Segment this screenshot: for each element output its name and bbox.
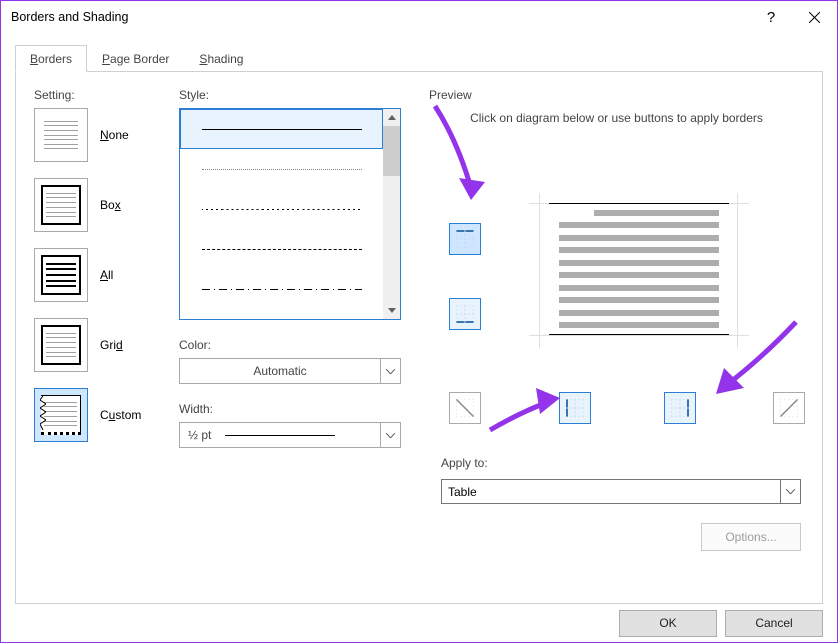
help-button[interactable]: ? (751, 1, 791, 33)
width-dropdown[interactable]: ½ pt (179, 422, 401, 448)
setting-none-label: None (100, 128, 129, 142)
chevron-down-icon (380, 423, 400, 447)
color-label: Color: (179, 338, 429, 352)
setting-box[interactable]: Box (34, 178, 179, 232)
setting-box-icon (34, 178, 88, 232)
titlebar: Borders and Shading ? (1, 1, 837, 33)
color-value: Automatic (180, 364, 380, 378)
style-column: Style: (179, 88, 429, 587)
style-dashed-fine[interactable] (180, 189, 383, 229)
apply-to-value: Table (442, 485, 780, 499)
setting-box-label: Box (100, 198, 121, 212)
border-top-button[interactable] (449, 223, 481, 255)
setting-grid-label: Grid (100, 338, 123, 352)
dialog-footer: OK Cancel (1, 604, 837, 642)
tab-page-border[interactable]: Page Border (87, 45, 184, 72)
style-scrollbar[interactable] (383, 109, 400, 319)
preview-diagram[interactable] (549, 203, 729, 335)
setting-custom-label: Custom (100, 408, 141, 422)
scroll-up-icon[interactable] (383, 109, 400, 126)
close-icon (809, 12, 820, 23)
close-button[interactable] (791, 1, 837, 33)
window-title: Borders and Shading (11, 10, 751, 24)
setting-column: Setting: None Box (34, 88, 179, 587)
width-label: Width: (179, 402, 429, 416)
scroll-down-icon[interactable] (383, 302, 400, 319)
apply-to-label: Apply to: (441, 456, 488, 470)
setting-none-icon (34, 108, 88, 162)
border-top-icon (456, 230, 474, 248)
borders-shading-dialog: Borders and Shading ? Borders Page Borde… (0, 0, 838, 643)
setting-custom-icon (34, 388, 88, 442)
border-diag-down-button[interactable] (449, 392, 481, 424)
border-left-button[interactable] (559, 392, 591, 424)
setting-all-icon (34, 248, 88, 302)
border-bottom-icon (456, 305, 474, 323)
color-dropdown[interactable]: Automatic (179, 358, 401, 384)
preview-label: Preview (429, 88, 804, 102)
setting-custom[interactable]: Custom (34, 388, 179, 442)
border-diag-down-icon (456, 399, 474, 417)
tab-bar: Borders Page Border Shading (15, 45, 823, 72)
style-dash-dot[interactable] (180, 269, 383, 309)
style-solid[interactable] (180, 109, 383, 149)
preview-column: Preview Click on diagram below or use bu… (429, 88, 804, 587)
width-value: ½ pt (180, 428, 380, 442)
border-diag-up-icon (780, 399, 798, 417)
style-label: Style: (179, 88, 429, 102)
ok-button[interactable]: OK (619, 610, 717, 637)
tab-shading[interactable]: Shading (184, 45, 258, 72)
setting-label: Setting: (34, 88, 179, 102)
chevron-down-icon (780, 480, 800, 503)
setting-all-label: All (100, 268, 113, 282)
scrollbar-thumb[interactable] (383, 126, 400, 176)
setting-grid[interactable]: Grid (34, 318, 179, 372)
tab-borders[interactable]: Borders (15, 45, 87, 72)
setting-none[interactable]: None (34, 108, 179, 162)
apply-to-dropdown[interactable]: Table (441, 479, 801, 504)
options-button: Options... (701, 523, 801, 551)
setting-all[interactable]: All (34, 248, 179, 302)
style-dotted-fine[interactable] (180, 149, 383, 189)
border-left-icon (566, 399, 584, 417)
border-diag-up-button[interactable] (773, 392, 805, 424)
client-area: Borders Page Border Shading Setting: Non… (1, 33, 837, 604)
border-right-icon (671, 399, 689, 417)
scrollbar-track[interactable] (383, 176, 400, 302)
style-listbox[interactable] (179, 108, 401, 320)
chevron-down-icon (380, 359, 400, 383)
setting-grid-icon (34, 318, 88, 372)
cancel-button[interactable]: Cancel (725, 610, 823, 637)
tab-panel: Setting: None Box (15, 72, 823, 604)
border-right-button[interactable] (664, 392, 696, 424)
style-items (180, 109, 383, 319)
border-bottom-button[interactable] (449, 298, 481, 330)
preview-instructions: Click on diagram below or use buttons to… (469, 110, 764, 127)
style-dashed[interactable] (180, 229, 383, 269)
